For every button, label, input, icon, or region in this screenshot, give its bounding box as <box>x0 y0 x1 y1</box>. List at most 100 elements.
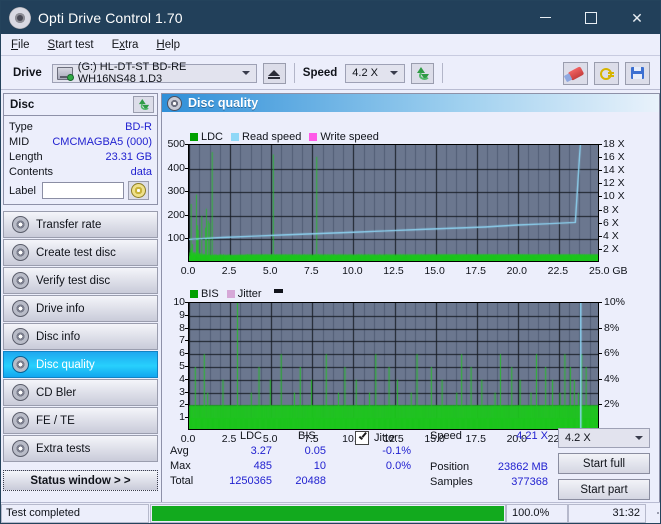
sidebar-item-label: Drive info <box>36 302 85 315</box>
disc-icon <box>12 328 29 345</box>
window-title: Opti Drive Control 1.70 <box>38 9 183 26</box>
disc-refresh-button[interactable] <box>133 96 154 113</box>
menu-extra[interactable]: Extra <box>112 39 139 51</box>
sidebar-item-label: Verify test disc <box>36 274 111 287</box>
window-controls: ✕ <box>522 1 660 34</box>
ldc-ytick: 200 <box>167 208 185 221</box>
speed-select[interactable]: 4.2 X <box>345 63 406 83</box>
samples-stat-label: Samples <box>430 476 473 488</box>
sidebar-item-verify-test-disc[interactable]: Verify test disc <box>3 267 158 294</box>
start-full-button[interactable]: Start full <box>558 453 650 474</box>
drive-icon <box>56 66 74 81</box>
main-panel-title: Disc quality <box>188 96 259 110</box>
disc-label-button[interactable] <box>127 181 149 200</box>
toolbar-tools <box>557 61 650 85</box>
disc-label-key: Label <box>9 184 36 197</box>
sidebar-item-transfer-rate[interactable]: Transfer rate <box>3 211 158 238</box>
jitter-marker-icon <box>273 289 283 293</box>
bis-ytick: 8 <box>179 321 185 334</box>
key-button[interactable] <box>594 61 619 85</box>
ldc-xtick: 5.0 <box>262 265 278 277</box>
bis-ytick: 2 <box>179 398 185 411</box>
sidebar-item-create-test-disc[interactable]: Create test disc <box>3 239 158 266</box>
bis-ytick: 10 <box>173 296 185 308</box>
sidebar-item-label: CD Bler <box>36 386 77 399</box>
jitter-ytick: 8% <box>604 321 620 334</box>
sidebar-item-label: Create test disc <box>36 246 116 259</box>
jitter-checkbox[interactable] <box>355 430 369 445</box>
bis-ytick: 4 <box>179 372 185 385</box>
speed-ytick: 6 X <box>603 216 619 229</box>
sidebar: Disc Type BD-R MID CMCMAGBA5 (000) Lengt… <box>3 93 158 491</box>
speed-select-value: 4.2 X <box>352 67 378 79</box>
minimize-button[interactable] <box>522 1 568 34</box>
refresh-button[interactable] <box>411 62 435 84</box>
eject-icon <box>268 70 281 79</box>
disc-icon <box>12 272 29 289</box>
bis-ytick: 6 <box>179 347 185 360</box>
sidebar-item-cd-bler[interactable]: CD Bler <box>3 379 158 406</box>
disc-row-key: Contents <box>9 165 54 178</box>
sidebar-item-label: FE / TE <box>36 414 75 427</box>
status-window-button[interactable]: Status window > > <box>3 470 158 491</box>
status-message: Test completed <box>1 503 149 523</box>
jitter-label: Jitter <box>374 431 398 444</box>
test-speed-select[interactable]: 4.2 X <box>558 428 650 448</box>
disc-row-length: Length 23.31 GB <box>9 149 152 164</box>
samples-stat-value: 377368 <box>511 476 548 488</box>
disc-icon <box>12 216 29 233</box>
drive-select[interactable]: (G:) HL-DT-ST BD-RE WH16NS48 1.D3 <box>51 61 257 85</box>
disc-row-value: 23.31 GB <box>105 150 152 163</box>
close-button[interactable]: ✕ <box>614 1 660 34</box>
disc-label-input[interactable] <box>41 182 124 199</box>
stats-bis-avg: 0.05 <box>304 445 326 457</box>
position-stat-label: Position <box>430 461 470 473</box>
disc-row-contents: Contents data <box>9 164 152 179</box>
speed-ytick: 8 X <box>603 203 619 216</box>
stats-ldc-max: 485 <box>253 460 272 472</box>
disc-icon <box>12 300 29 317</box>
toolbar-divider-2 <box>442 63 444 83</box>
disc-row-value: data <box>130 165 152 178</box>
save-button[interactable] <box>625 61 650 85</box>
stats-col-bis: BIS <box>298 430 316 442</box>
disc-row-type: Type BD-R <box>9 119 152 134</box>
eject-button[interactable] <box>262 62 286 84</box>
disc-row-key: Length <box>9 150 43 163</box>
disc-icon <box>12 440 29 457</box>
menu-start-test[interactable]: Start test <box>48 39 94 51</box>
stats-bis-max: 10 <box>313 460 326 472</box>
ldc-xtick: 12.5 <box>383 265 404 277</box>
save-icon <box>631 67 644 79</box>
bis-ytick: 1 <box>179 411 185 424</box>
sidebar-item-extra-tests[interactable]: Extra tests <box>3 435 158 462</box>
ldc-chart-legend: LDC Read speed Write speed <box>190 131 387 143</box>
stats-row-avg: Avg <box>170 445 189 457</box>
legend-label-jitter: Jitter <box>237 288 262 300</box>
jitter-max: 0.0% <box>385 460 411 472</box>
speed-ytick: 4 X <box>603 229 619 242</box>
speed-stat-label: Speed <box>430 430 462 442</box>
resize-grip-icon[interactable] <box>646 511 660 515</box>
sidebar-item-drive-info[interactable]: Drive info <box>3 295 158 322</box>
sidebar-item-disc-quality[interactable]: Disc quality <box>3 351 158 378</box>
ldc-ytick: 500 <box>167 138 185 150</box>
stats-col-ldc: LDC <box>240 430 263 442</box>
disc-icon <box>167 95 182 111</box>
menu-help[interactable]: Help <box>156 39 180 51</box>
legend-label-ldc: LDC <box>201 131 224 143</box>
start-part-button[interactable]: Start part <box>558 479 650 500</box>
maximize-button[interactable] <box>568 1 614 34</box>
erase-button[interactable] <box>563 61 588 85</box>
sidebar-item-fe-te[interactable]: FE / TE <box>3 407 158 434</box>
refresh-icon <box>416 66 430 80</box>
title-bar: Opti Drive Control 1.70 ✕ <box>1 1 660 34</box>
menu-file[interactable]: FFileile <box>11 39 30 51</box>
test-speed-value: 4.2 X <box>565 432 591 444</box>
toolbar-divider-1 <box>293 63 295 83</box>
legend-label-bis: BIS <box>201 288 219 300</box>
sidebar-item-disc-info[interactable]: Disc info <box>3 323 158 350</box>
main-panel: Disc quality LDC Read speed Write speed … <box>161 93 660 503</box>
ldc-xtick: 10.0 <box>342 265 363 277</box>
jitter-ytick: 10% <box>604 296 626 308</box>
